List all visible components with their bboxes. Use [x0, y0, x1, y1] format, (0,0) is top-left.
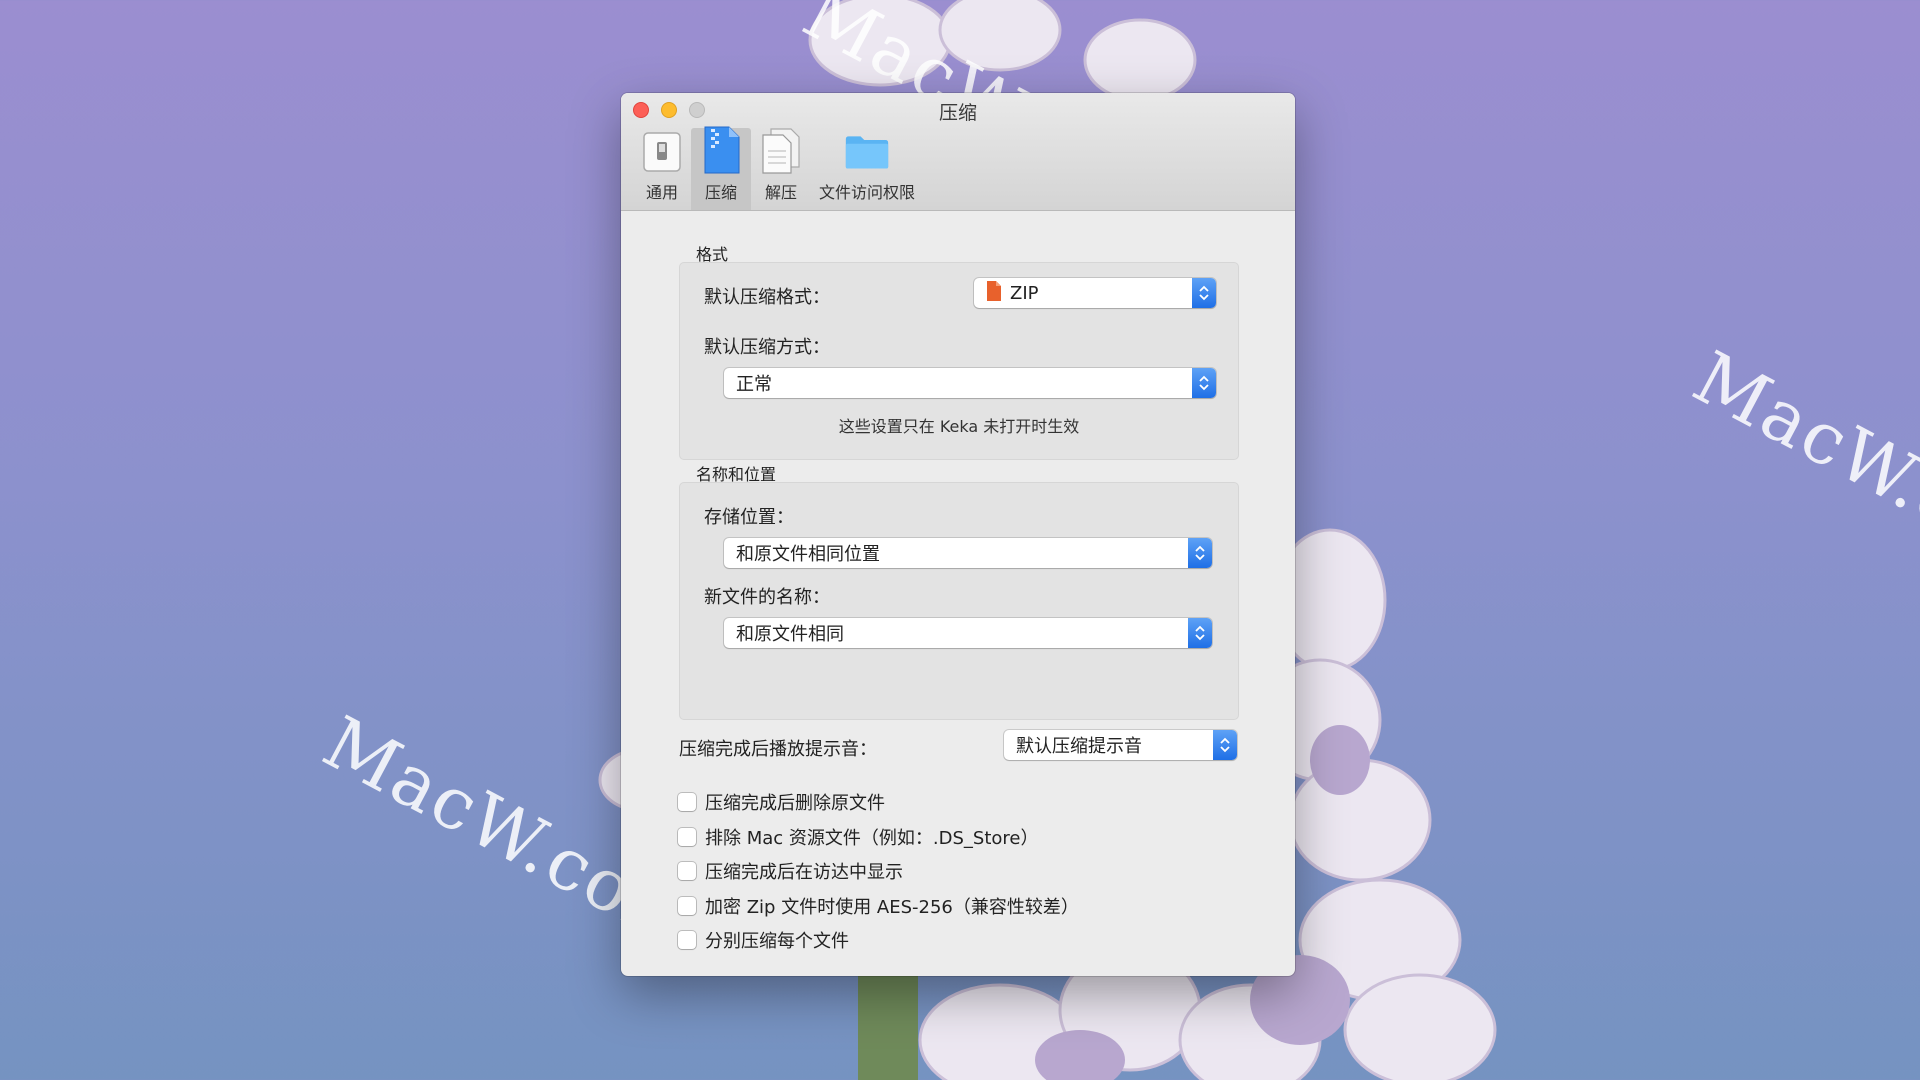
default-format-label: 默认压缩格式：	[704, 287, 830, 308]
completion-sound-value: 默认压缩提示音	[1016, 736, 1142, 757]
tab-label: 文件访问权限	[819, 183, 916, 202]
settings-hint: 这些设置只在 Keka 未打开时生效	[838, 417, 1080, 436]
switch-icon	[639, 128, 685, 175]
option-label: 分别压缩每个文件	[705, 931, 849, 952]
keka-preferences-window: 压缩 通用 压缩 解压 文件访问权限 格式 默认压缩格式： ZIP 默认压缩方式…	[621, 93, 1295, 976]
folder-icon	[844, 128, 890, 175]
option-label: 压缩完成后删除原文件	[705, 793, 885, 814]
default-method-popup[interactable]: 正常	[724, 368, 1216, 398]
save-location-label: 存储位置：	[704, 507, 794, 528]
option-label: 加密 Zip 文件时使用 AES-256（兼容性较差）	[705, 897, 1079, 918]
tab-label: 通用	[645, 183, 678, 202]
completion-sound-label: 压缩完成后播放提示音：	[679, 739, 877, 760]
window-title: 压缩	[938, 102, 977, 124]
tab-general[interactable]: 通用	[633, 128, 691, 210]
option-label: 排除 Mac 资源文件（例如：.DS_Store）	[705, 828, 1039, 849]
aes256-checkbox[interactable]	[678, 897, 696, 915]
show-in-finder-option[interactable]: 压缩完成后在访达中显示	[678, 858, 903, 884]
tab-label: 解压	[764, 183, 797, 202]
compress-settings-pane: 格式 默认压缩格式： ZIP 默认压缩方式： 正常 这些设置只在 Keka 未打…	[621, 211, 1295, 976]
aes256-option[interactable]: 加密 Zip 文件时使用 AES-256（兼容性较差）	[678, 893, 1079, 919]
new-name-value: 和原文件相同	[736, 624, 844, 645]
delete-original-checkbox[interactable]	[678, 793, 696, 811]
tab-compress[interactable]: 压缩	[691, 125, 751, 210]
zip-file-icon	[698, 125, 744, 175]
format-group-box: 默认压缩格式： ZIP 默认压缩方式： 正常 这些设置只在 Keka 未打开时生…	[679, 262, 1239, 460]
chevron-updown-icon	[1213, 730, 1237, 760]
tab-extract[interactable]: 解压	[751, 128, 811, 210]
new-name-label: 新文件的名称：	[704, 587, 830, 608]
default-method-label: 默认压缩方式：	[704, 337, 830, 358]
save-location-value: 和原文件相同位置	[736, 544, 880, 565]
completion-sound-popup[interactable]: 默认压缩提示音	[1004, 730, 1237, 760]
titlebar: 压缩 通用 压缩 解压 文件访问权限	[621, 93, 1295, 211]
option-label: 压缩完成后在访达中显示	[705, 862, 903, 883]
chevron-updown-icon	[1192, 278, 1216, 308]
default-format-popup[interactable]: ZIP	[974, 278, 1216, 308]
chevron-updown-icon	[1192, 368, 1216, 398]
exclude-mac-resources-option[interactable]: 排除 Mac 资源文件（例如：.DS_Store）	[678, 824, 1038, 850]
save-location-popup[interactable]: 和原文件相同位置	[724, 538, 1212, 568]
compress-separately-checkbox[interactable]	[678, 931, 696, 949]
name-location-group-box: 存储位置： 和原文件相同位置 新文件的名称： 和原文件相同	[679, 482, 1239, 720]
delete-original-option[interactable]: 压缩完成后删除原文件	[678, 789, 885, 815]
documents-icon	[758, 127, 804, 175]
show-in-finder-checkbox[interactable]	[678, 862, 696, 880]
preferences-toolbar: 通用 压缩 解压 文件访问权限	[633, 125, 923, 210]
zip-format-icon	[986, 280, 1002, 307]
compress-separately-option[interactable]: 分别压缩每个文件	[678, 927, 849, 953]
chevron-updown-icon	[1188, 538, 1212, 568]
tab-file-access[interactable]: 文件访问权限	[811, 128, 923, 210]
default-format-value: ZIP	[1010, 282, 1039, 304]
chevron-updown-icon	[1188, 618, 1212, 648]
exclude-mac-resources-checkbox[interactable]	[678, 828, 696, 846]
tab-label: 压缩	[704, 183, 737, 202]
default-method-value: 正常	[736, 374, 772, 395]
new-name-popup[interactable]: 和原文件相同	[724, 618, 1212, 648]
